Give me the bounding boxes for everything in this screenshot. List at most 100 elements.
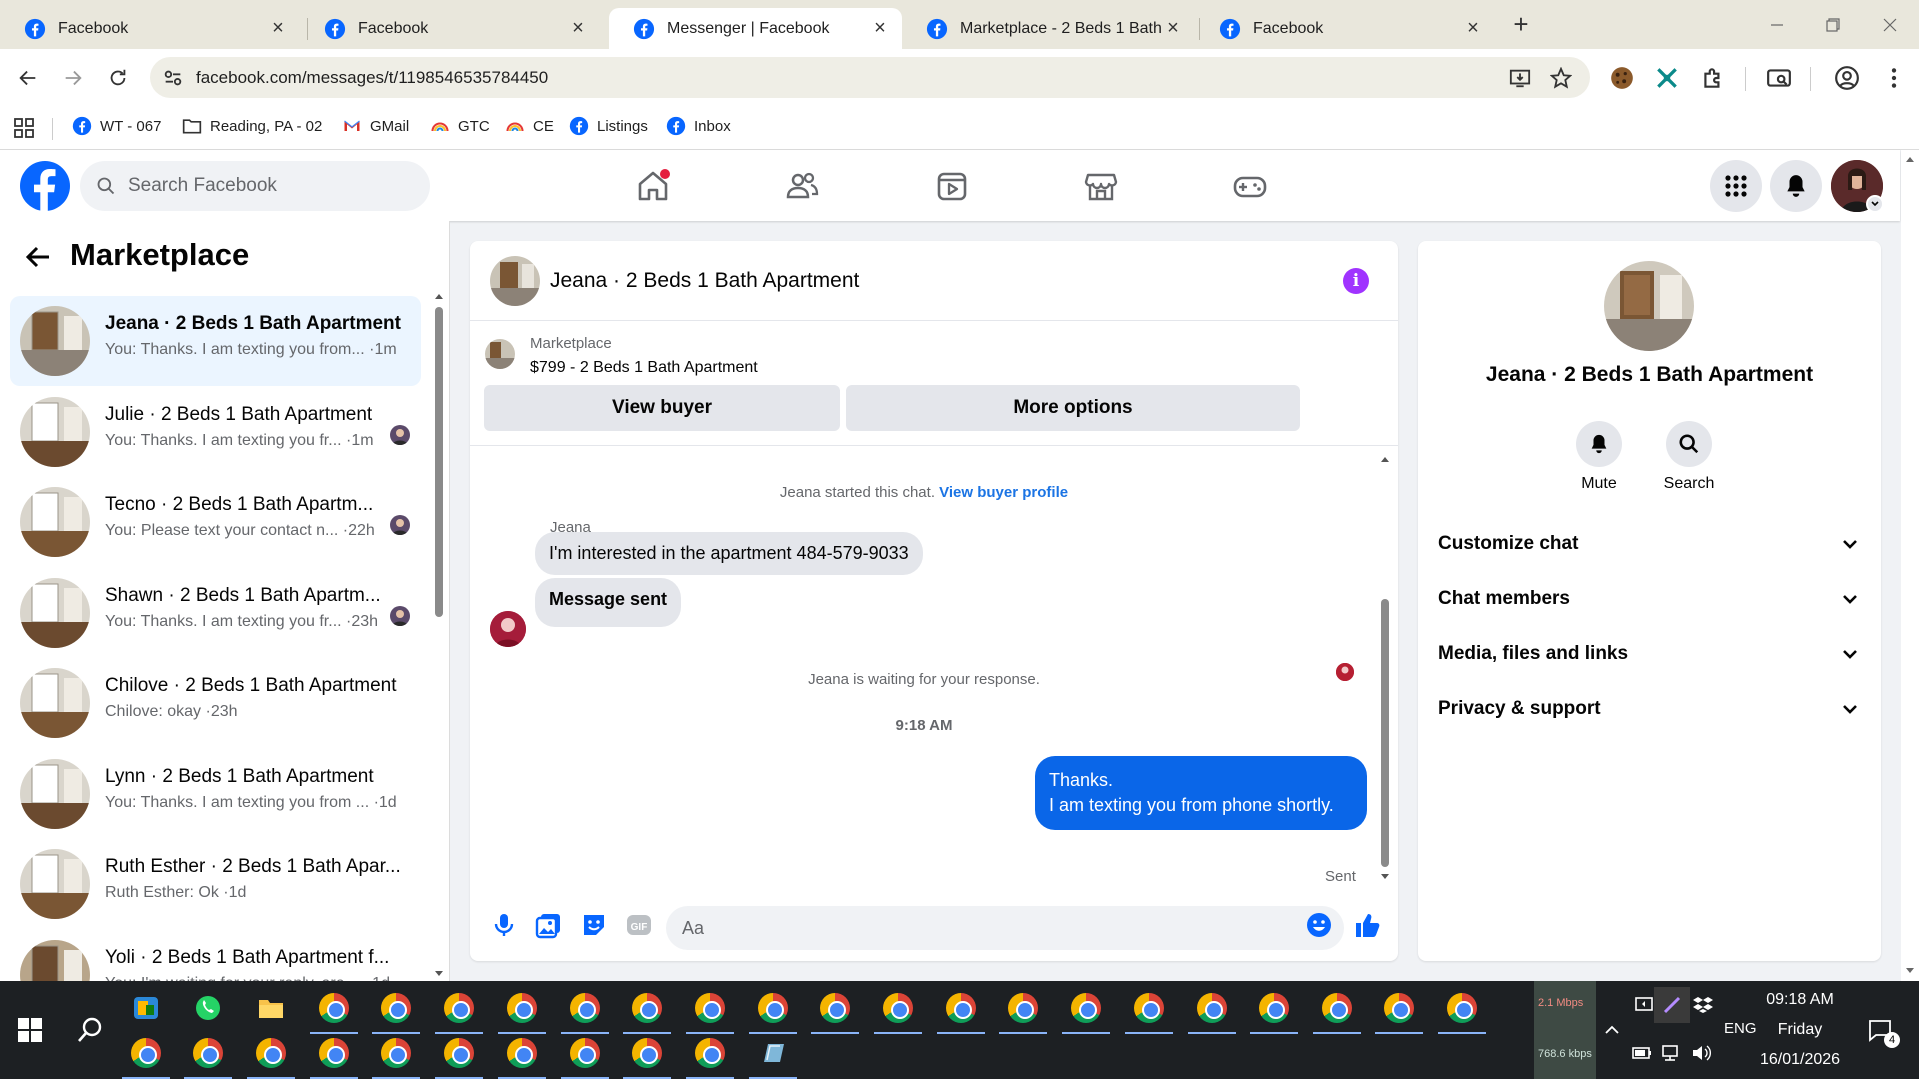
close-tab-icon[interactable]: ×	[268, 17, 288, 39]
install-app-icon[interactable]	[1509, 67, 1531, 89]
notifications-button[interactable]	[1770, 160, 1822, 212]
taskbar-search-button[interactable]	[72, 1012, 108, 1048]
site-info-icon[interactable]	[162, 67, 184, 89]
listing-title[interactable]: $799 - 2 Beds 1 Bath Apartment	[530, 359, 758, 377]
whatsapp-icon[interactable]	[190, 990, 226, 1026]
close-window-button[interactable]	[1875, 10, 1905, 40]
sticker-icon[interactable]	[580, 911, 608, 939]
notepad-app-icon[interactable]	[749, 1035, 797, 1079]
extensions-puzzle-icon[interactable]	[1700, 65, 1726, 91]
cookie-extension-icon[interactable]	[1609, 65, 1635, 91]
close-tab-icon[interactable]: ×	[870, 17, 890, 39]
more-options-button[interactable]: More options	[846, 385, 1300, 431]
sender-avatar[interactable]	[490, 611, 526, 647]
incoming-message[interactable]: I'm interested in the apartment 484-579-…	[535, 532, 923, 575]
mute-button[interactable]: Mute	[1559, 421, 1639, 493]
chrome-profile-icon[interactable]	[561, 1035, 609, 1079]
chrome-profile-icon[interactable]	[372, 1035, 420, 1079]
chrome-profile-icon[interactable]	[435, 1035, 483, 1079]
chrome-profile-icon[interactable]	[561, 990, 609, 1034]
photo-icon[interactable]	[535, 911, 563, 939]
conversation-item[interactable]: Ruth Esther · 2 Beds 1 Bath Apar... Ruth …	[10, 839, 421, 929]
minimize-button[interactable]	[1762, 10, 1792, 40]
volume-icon[interactable]	[1683, 1035, 1719, 1071]
section-media-files-links[interactable]: Media, files and links	[1428, 629, 1871, 679]
conversation-item[interactable]: Chilove · 2 Beds 1 Bath Apartment Chilove…	[10, 658, 421, 748]
chrome-profile-icon[interactable]	[937, 990, 985, 1034]
profile-icon[interactable]	[1834, 65, 1860, 91]
emoji-icon[interactable]	[1305, 911, 1333, 939]
browser-tab[interactable]: Facebook ×	[1195, 8, 1495, 49]
nav-friends[interactable]	[780, 164, 824, 208]
start-button[interactable]	[12, 1012, 48, 1048]
chrome-profile-icon[interactable]	[1062, 990, 1110, 1034]
account-chevron-icon[interactable]	[1866, 195, 1884, 213]
reload-button[interactable]	[104, 64, 132, 92]
browser-tab[interactable]: Facebook ×	[0, 8, 300, 49]
chrome-profile-icon[interactable]	[623, 1035, 671, 1079]
forward-button[interactable]	[59, 64, 87, 92]
close-tab-icon[interactable]: ×	[568, 17, 588, 39]
search-conversation-button[interactable]: Search	[1649, 421, 1729, 493]
office-app-icon[interactable]	[128, 990, 164, 1026]
chrome-profile-icon[interactable]	[122, 1035, 170, 1079]
chrome-profile-icon[interactable]	[1250, 990, 1298, 1034]
message-input[interactable]	[666, 906, 1344, 950]
nav-gaming[interactable]	[1228, 164, 1272, 208]
chrome-profile-icon[interactable]	[498, 990, 546, 1034]
apps-grid-icon[interactable]	[14, 118, 34, 138]
outgoing-message[interactable]: Thanks. I am texting you from phone shor…	[1035, 756, 1367, 830]
browser-tab[interactable]: Marketplace - 2 Beds 1 Bath Ap ×	[902, 8, 1195, 49]
back-button[interactable]	[14, 64, 42, 92]
chrome-profile-icon[interactable]	[686, 990, 734, 1034]
view-buyer-button[interactable]: View buyer	[484, 385, 840, 431]
facebook-logo-icon[interactable]	[20, 161, 70, 211]
chrome-profile-icon[interactable]	[811, 990, 859, 1034]
chat-scrollbar[interactable]	[1378, 454, 1392, 884]
close-tab-icon[interactable]: ×	[1463, 17, 1483, 39]
tab-search-icon[interactable]	[1766, 65, 1792, 91]
conversation-item[interactable]: Julie · 2 Beds 1 Bath Apartment You: Than…	[10, 387, 421, 477]
conversation-info-icon[interactable]: i	[1343, 268, 1369, 294]
browser-tab-active[interactable]: Messenger | Facebook ×	[609, 8, 902, 49]
conversation-item[interactable]: Lynn · 2 Beds 1 Bath Apartment You: Thank…	[10, 749, 421, 839]
new-tab-button[interactable]: +	[1508, 11, 1534, 38]
chrome-profile-icon[interactable]	[498, 1035, 546, 1079]
back-arrow-icon[interactable]	[24, 243, 52, 271]
gif-icon[interactable]: GIF	[625, 911, 653, 939]
notification-center-button[interactable]: 4	[1862, 1012, 1900, 1048]
conversation-item[interactable]: Shawn · 2 Beds 1 Bath Apartm... You: Than…	[10, 568, 421, 658]
thumbs-up-icon[interactable]	[1353, 911, 1381, 939]
chrome-profile-icon[interactable]	[999, 990, 1047, 1034]
bookmark-item[interactable]: Reading, PA - 02	[182, 116, 322, 136]
search-box[interactable]	[80, 161, 430, 211]
microphone-icon[interactable]	[490, 911, 518, 939]
chrome-profile-icon[interactable]	[310, 990, 358, 1034]
chrome-profile-icon[interactable]	[623, 990, 671, 1034]
section-privacy-support[interactable]: Privacy & support	[1428, 684, 1871, 734]
chrome-profile-icon[interactable]	[1313, 990, 1361, 1034]
section-chat-members[interactable]: Chat members	[1428, 574, 1871, 624]
chrome-profile-icon[interactable]	[1438, 990, 1486, 1034]
chat-listing-thumbnail[interactable]	[490, 256, 540, 306]
bookmark-star-icon[interactable]	[1550, 67, 1572, 89]
restore-button[interactable]	[1818, 10, 1848, 40]
conversation-item[interactable]: Jeana · 2 Beds 1 Bath Apartment You: Than…	[10, 296, 421, 386]
nav-marketplace[interactable]	[1079, 164, 1123, 208]
close-tab-icon[interactable]: ×	[1163, 17, 1183, 39]
menu-button[interactable]	[1710, 160, 1762, 212]
chrome-profile-icon[interactable]	[749, 990, 797, 1034]
bookmark-item[interactable]: Listings	[569, 116, 648, 136]
file-explorer-icon[interactable]	[253, 990, 289, 1026]
chrome-profile-icon[interactable]	[435, 990, 483, 1034]
chrome-profile-icon[interactable]	[372, 990, 420, 1034]
chrome-profile-icon[interactable]	[874, 990, 922, 1034]
chrome-profile-icon[interactable]	[686, 1035, 734, 1079]
view-buyer-profile-link[interactable]: View buyer profile	[939, 484, 1068, 501]
chrome-profile-icon[interactable]	[310, 1035, 358, 1079]
bookmark-item[interactable]: WT - 067	[72, 116, 161, 136]
chrome-profile-icon[interactable]	[1125, 990, 1173, 1034]
bookmark-item[interactable]: Inbox	[666, 116, 731, 136]
section-customize-chat[interactable]: Customize chat	[1428, 519, 1871, 569]
dropbox-icon[interactable]	[1685, 987, 1721, 1023]
